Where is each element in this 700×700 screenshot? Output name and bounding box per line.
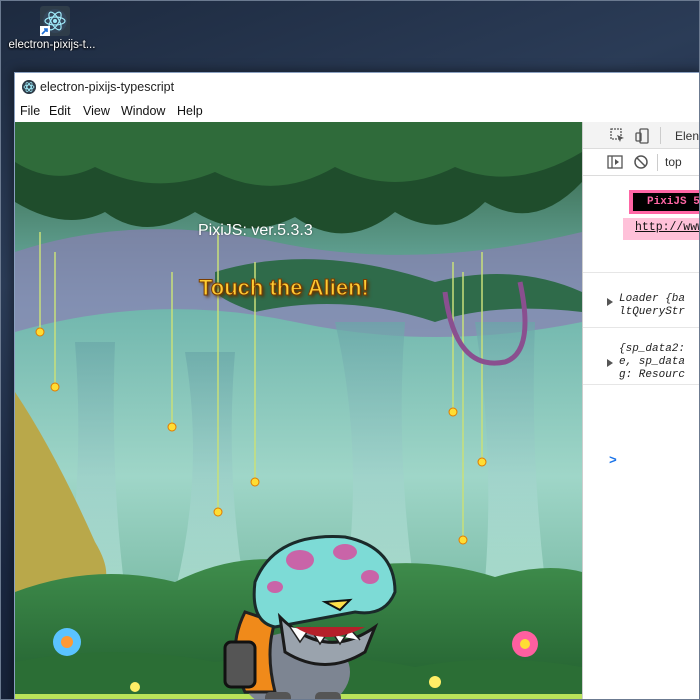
device-toolbar-icon[interactable] — [635, 128, 651, 144]
console-entry-resources[interactable]: {sp_data2: e, sp_data g: Resourc — [583, 327, 700, 387]
devtools-toolbar: Elen — [583, 122, 700, 149]
touch-alien-title: Touch the Alien! — [199, 275, 370, 301]
console-toolbar: top — [583, 149, 700, 176]
menu-help[interactable]: Help — [177, 104, 203, 118]
window-title: electron-pixijs-typescript — [40, 80, 175, 94]
pixi-version-text: PixiJS: ver.5.3.3 — [198, 222, 313, 239]
tab-elements[interactable]: Elen — [675, 129, 699, 143]
log-loader-line1: Loader {ba — [619, 293, 686, 305]
pixi-console-banner: PixiJS 5 — [629, 190, 700, 214]
menu-bar: File Edit View Window Help — [15, 101, 700, 122]
console-entry-loader[interactable]: Loader {ba ltQueryStr — [583, 272, 700, 318]
devtools-panel: Elen top PixiJS 5 http://www Loader {ba … — [582, 122, 700, 700]
clear-console-icon[interactable] — [633, 154, 649, 170]
pixi-console-link[interactable]: http://www — [623, 218, 700, 240]
log-data-line2: e, sp_data — [619, 356, 686, 368]
show-sidebar-icon[interactable] — [607, 154, 623, 170]
alien-sprite[interactable] — [205, 532, 405, 700]
log-data-line1: {sp_data2: — [619, 343, 686, 355]
electron-icon — [22, 80, 36, 94]
electron-app-icon — [40, 6, 70, 36]
app-window: electron-pixijs-typescript File Edit Vie… — [14, 72, 700, 700]
menu-edit[interactable]: Edit — [49, 104, 71, 118]
menu-file[interactable]: File — [20, 104, 40, 118]
console-prompt[interactable]: > — [609, 453, 617, 468]
pixi-banner-text: PixiJS 5 — [633, 193, 700, 211]
desktop-shortcut[interactable]: electron-pixijs-t... — [4, 4, 100, 66]
expand-triangle-icon[interactable] — [607, 298, 613, 306]
menu-view[interactable]: View — [83, 104, 110, 118]
game-canvas[interactable]: PixiJS: ver.5.3.3 Touch the Alien! — [15, 122, 582, 700]
console-divider — [583, 384, 700, 385]
menu-window[interactable]: Window — [121, 104, 165, 118]
context-selector[interactable]: top — [665, 155, 682, 169]
title-bar[interactable]: electron-pixijs-typescript — [15, 73, 700, 101]
log-data-line3: g: Resourc — [619, 369, 686, 381]
expand-triangle-icon[interactable] — [607, 359, 613, 367]
desktop-shortcut-label: electron-pixijs-t... — [8, 39, 96, 51]
inspect-element-icon[interactable] — [610, 128, 626, 144]
log-loader-line2: ltQueryStr — [619, 306, 686, 318]
